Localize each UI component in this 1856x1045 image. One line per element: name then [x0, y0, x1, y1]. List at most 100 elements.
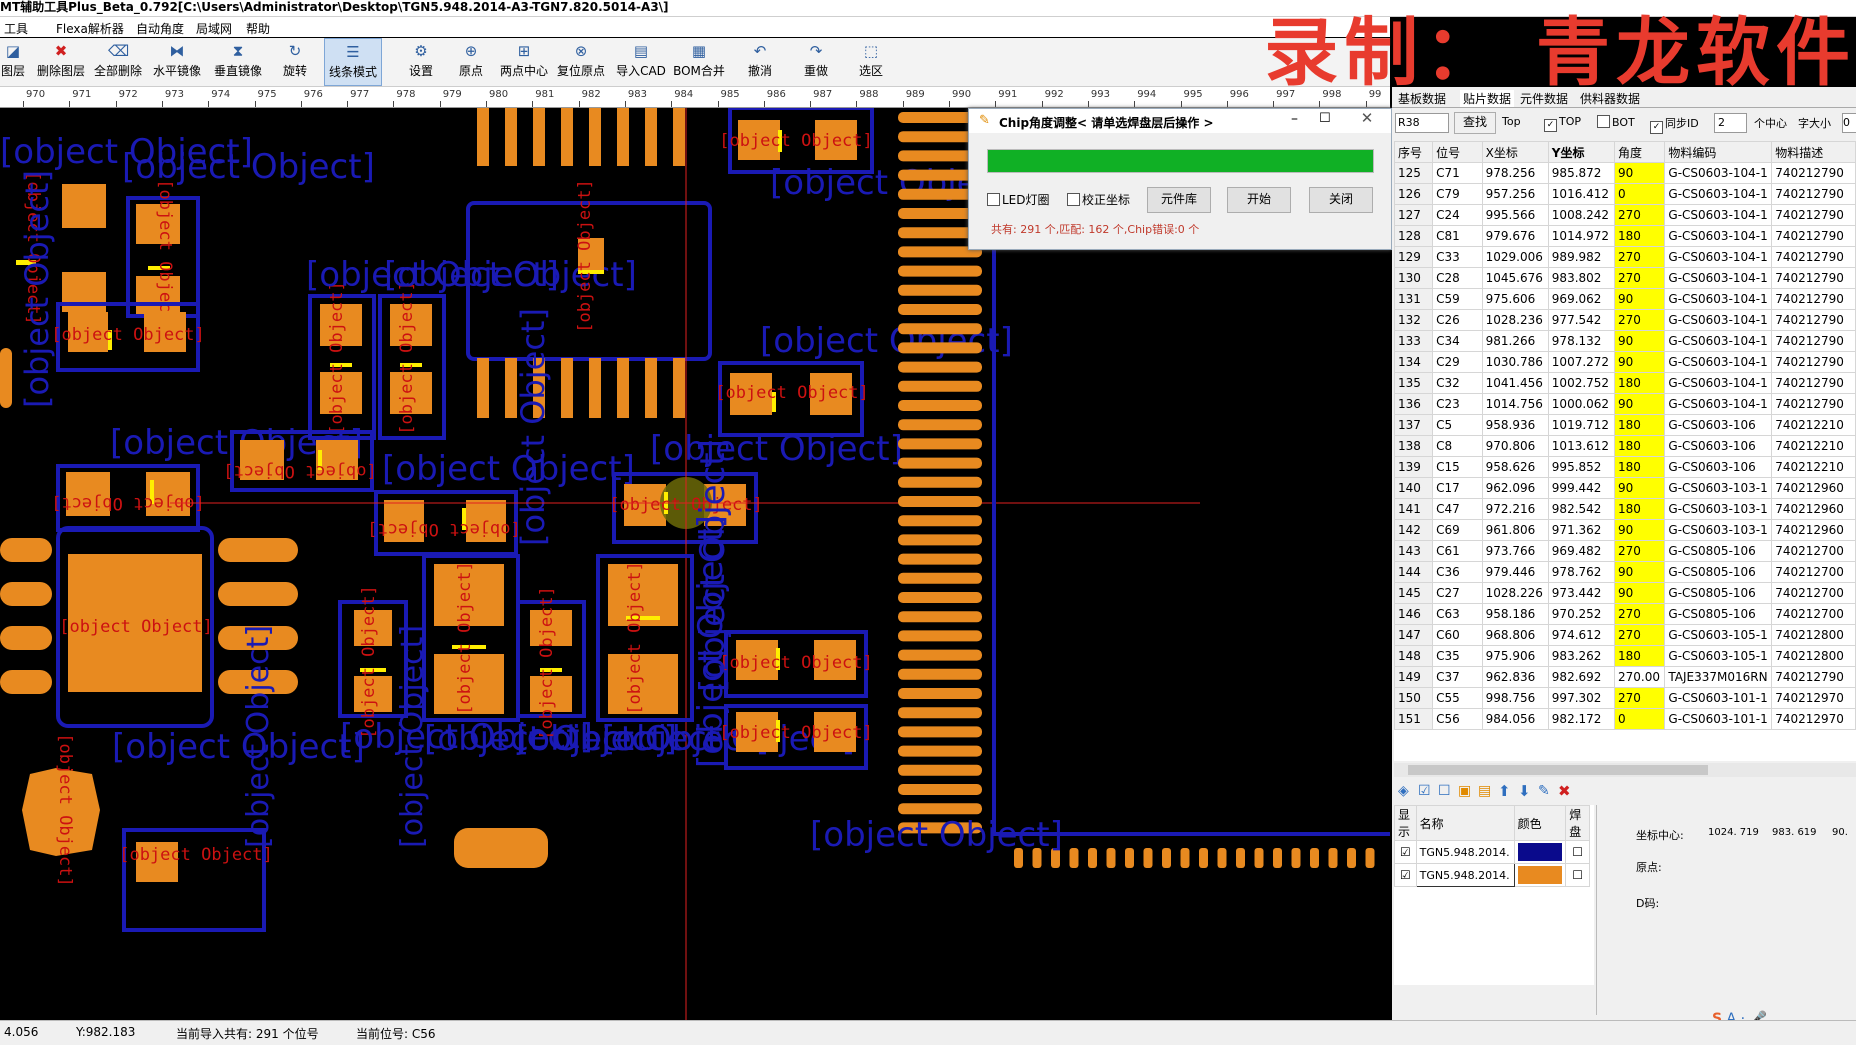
table-cell[interactable]: 740212210	[1771, 414, 1856, 436]
table-cell[interactable]: 740212970	[1771, 708, 1856, 730]
table-cell[interactable]: 997.302	[1547, 687, 1616, 709]
table-cell[interactable]: 973.766	[1481, 540, 1549, 562]
table-cell[interactable]: C79	[1432, 183, 1483, 205]
table-cell[interactable]: 270	[1613, 624, 1666, 646]
uncheck-all-icon[interactable]: ☐	[1438, 783, 1451, 799]
layer-pad-checkbox[interactable]: ☐	[1565, 840, 1590, 864]
table-cell[interactable]: 133	[1394, 330, 1434, 352]
table-cell[interactable]: 740212790	[1771, 393, 1856, 415]
count-input[interactable]: 2	[1714, 113, 1747, 133]
table-cell[interactable]: 180	[1613, 456, 1666, 478]
table-cell[interactable]: G-CS0603-105-1	[1664, 624, 1773, 646]
layer-show-checkbox[interactable]: ☑	[1394, 863, 1417, 887]
table-cell[interactable]: 999.442	[1547, 477, 1616, 499]
table-cell[interactable]: C37	[1432, 666, 1483, 688]
toolbar-button-5[interactable]: ↻ 旋转	[272, 38, 318, 84]
bot-checkbox[interactable]: BOT	[1597, 115, 1635, 129]
table-cell[interactable]: 969.062	[1547, 288, 1616, 310]
toolbar-button-7[interactable]: ⚙ 设置	[398, 38, 444, 84]
table-cell[interactable]: G-CS0603-103-1	[1664, 477, 1773, 499]
table-cell[interactable]: 740212700	[1771, 540, 1856, 562]
table-cell[interactable]: 982.172	[1547, 708, 1616, 730]
table-cell[interactable]: 270	[1613, 540, 1666, 562]
table-cell[interactable]: 270.00	[1613, 666, 1666, 688]
table-cell[interactable]: 983.802	[1547, 267, 1616, 289]
table-cell[interactable]: C27	[1432, 582, 1483, 604]
table-cell[interactable]: G-CS0603-104-1	[1664, 393, 1773, 415]
scrollbar-thumb[interactable]	[1408, 765, 1708, 775]
table-cell[interactable]: 740212790	[1771, 330, 1856, 352]
menu-item-tools[interactable]: 工具	[4, 20, 28, 37]
table-row[interactable]: 128 C81 979.676 1014.972 180 G-CS0603-104-1 74…	[1394, 225, 1856, 247]
table-cell[interactable]: 90	[1613, 351, 1666, 373]
move-down-icon[interactable]: ⬇	[1518, 782, 1531, 800]
table-cell[interactable]: 740212790	[1771, 372, 1856, 394]
table-cell[interactable]: 140	[1394, 477, 1434, 499]
calibrate-checkbox-box[interactable]	[1067, 193, 1080, 206]
table-cell[interactable]: 147	[1394, 624, 1434, 646]
table-cell[interactable]: C33	[1432, 246, 1483, 268]
table-cell[interactable]: G-CS0603-104-1	[1664, 330, 1773, 352]
toolbar-button-0[interactable]: ◪ 图层	[0, 38, 26, 84]
table-cell[interactable]: 1008.242	[1547, 204, 1616, 226]
table-cell[interactable]: C55	[1432, 687, 1483, 709]
table-cell[interactable]: G-CS0603-104-1	[1664, 162, 1773, 184]
table-row[interactable]: 141 C47 972.216 982.542 180 G-CS0603-103-1 740…	[1394, 498, 1856, 520]
table-cell[interactable]: C61	[1432, 540, 1483, 562]
table-cell[interactable]: 740212790	[1771, 162, 1856, 184]
table-cell[interactable]: 90	[1613, 477, 1666, 499]
table-cell[interactable]: C26	[1432, 309, 1483, 331]
table-row[interactable]: 134 C29 1030.786 1007.272 90 G-CS0603-104-1 74…	[1394, 351, 1856, 373]
table-cell[interactable]: 180	[1613, 414, 1666, 436]
table-cell[interactable]: C24	[1432, 204, 1483, 226]
table-cell[interactable]: 90	[1613, 561, 1666, 583]
table-cell[interactable]: 135	[1394, 372, 1434, 394]
table-cell[interactable]: G-CS0805-106	[1664, 582, 1773, 604]
table-cell[interactable]: 132	[1394, 309, 1434, 331]
table-cell[interactable]: G-CS0603-104-1	[1664, 204, 1773, 226]
table-cell[interactable]: 130	[1394, 267, 1434, 289]
menu-item-lan[interactable]: 局域网	[196, 20, 232, 37]
table-cell[interactable]: 1028.236	[1481, 309, 1549, 331]
table-cell[interactable]: C29	[1432, 351, 1483, 373]
table-cell[interactable]: 1014.972	[1547, 225, 1616, 247]
table-row[interactable]: 149 C37 962.836 982.692 270.00 TAJE337M016RN 7…	[1394, 666, 1856, 688]
table-cell[interactable]: 962.836	[1481, 666, 1549, 688]
table-cell[interactable]: G-CS0603-104-1	[1664, 246, 1773, 268]
table-cell[interactable]: 270	[1613, 309, 1666, 331]
column-header[interactable]: 序号	[1394, 141, 1434, 163]
table-cell[interactable]: 740212790	[1771, 267, 1856, 289]
table-cell[interactable]: 146	[1394, 603, 1434, 625]
table-cell[interactable]: 975.606	[1481, 288, 1549, 310]
column-header[interactable]: Y坐标	[1547, 141, 1616, 163]
table-cell[interactable]: 1028.226	[1481, 582, 1549, 604]
table-cell[interactable]: C36	[1432, 561, 1483, 583]
table-cell[interactable]: G-CS0603-104-1	[1664, 225, 1773, 247]
table-cell[interactable]: 982.692	[1547, 666, 1616, 688]
table-cell[interactable]: 149	[1394, 666, 1434, 688]
table-cell[interactable]: 998.756	[1481, 687, 1549, 709]
toolbar-button-6[interactable]: ☰ 线条模式	[324, 38, 382, 86]
table-cell[interactable]: 989.982	[1547, 246, 1616, 268]
table-cell[interactable]: G-CS0603-104-1	[1664, 267, 1773, 289]
table-cell[interactable]: 137	[1394, 414, 1434, 436]
table-cell[interactable]: 1013.612	[1547, 435, 1616, 457]
sync-id-checkbox[interactable]: ✓ 同步ID	[1650, 115, 1699, 134]
toolbar-button-4[interactable]: ⧗ 垂直镜像	[208, 38, 268, 84]
bot-checkbox-box[interactable]	[1597, 115, 1610, 128]
table-row[interactable]: 148 C35 975.906 983.262 180 G-CS0603-105-1 740…	[1394, 645, 1856, 667]
check-all-icon[interactable]: ☑	[1418, 783, 1431, 799]
table-cell[interactable]: 270	[1613, 246, 1666, 268]
table-cell[interactable]: G-CS0603-106	[1664, 414, 1773, 436]
table-row[interactable]: 125 C71 978.256 985.872 90 G-CS0603-104-1 7402…	[1394, 162, 1856, 184]
led-checkbox-box[interactable]	[987, 193, 1000, 206]
table-cell[interactable]: C47	[1432, 498, 1483, 520]
led-checkbox[interactable]: LED灯圈	[987, 191, 1050, 208]
horizontal-scrollbar[interactable]	[1394, 763, 1856, 777]
table-cell[interactable]: G-CS0805-106	[1664, 540, 1773, 562]
table-cell[interactable]: 970.806	[1481, 435, 1549, 457]
layer-row[interactable]: ☑ TGN5.948.2014. ☐	[1394, 840, 1590, 864]
toolbar-button-8[interactable]: ⊕ 原点	[450, 38, 492, 84]
table-row[interactable]: 130 C28 1045.676 983.802 270 G-CS0603-104-1 74…	[1394, 267, 1856, 289]
table-cell[interactable]: C8	[1432, 435, 1483, 457]
